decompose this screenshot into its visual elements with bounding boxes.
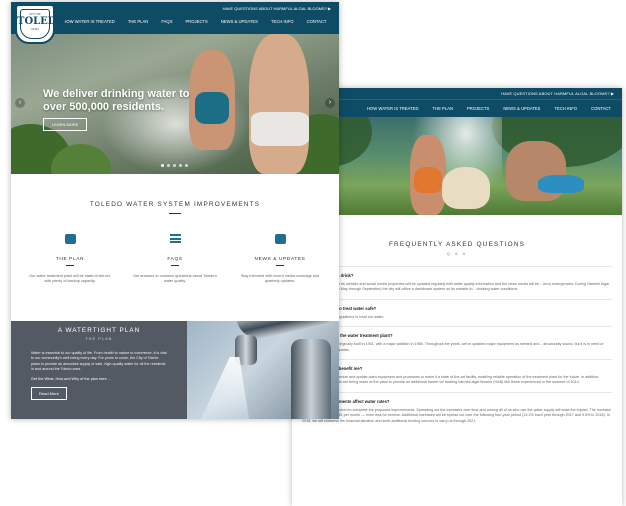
watertight-section: A WATERTIGHT PLAN THE PLAN Water is esse… [11,321,339,419]
newspaper-icon [274,234,286,244]
improvements-section-title: TOLEDO WATER SYSTEM IMPROVEMENTS [89,201,261,208]
hero-headline: We deliver drinking water to over 500,00… [43,88,190,113]
carousel-dot[interactable] [173,164,176,167]
learn-more-button[interactable]: LEARN MORE [43,118,88,131]
nav-news-updates[interactable]: NEWS & UPDATES [503,106,540,111]
carousel-dot[interactable] [179,164,182,167]
faq-question: Is my water safe to drink? [302,273,354,278]
home-page-mockup: CITY OF TOLEDO OHIO HAVE QUESTIONS ABOUT… [11,2,339,419]
algal-bloom-banner-link[interactable]: HAVE QUESTIONS ABOUT HARMFUL ALGAL BLOOM… [292,88,622,99]
faq-content: FREQUENTLY ASKED QUESTIONS Q & A Is my w… [292,215,622,430]
faq-hero-image [292,117,622,215]
carousel-dot[interactable] [167,164,170,167]
hero-headline-line-1: We deliver drinking water to [43,88,190,100]
nav-projects[interactable]: PROJECTS [185,19,207,24]
feature-text: Our water treatment plant will be state-… [29,274,111,284]
list-icon [169,234,181,244]
main-nav: HOW WATER IS TREATED THE PLAN FAQS PROJE… [57,19,333,24]
briefcase-icon [64,234,76,244]
faq-question: ...chemicals used to treat water safe? [302,305,377,311]
faq-question: Will these improvements affect water rat… [302,398,390,404]
feature-label: FAQS [167,257,183,262]
faq-item[interactable]: ...need to renovate the water treatment … [302,326,612,359]
faq-answer: ...treatment plant was originally built … [302,342,604,352]
feature-faqs[interactable]: FAQS Get answers to common questions abo… [132,234,218,285]
features-row: THE PLAN Our water treatment plant will … [11,214,339,285]
chevron-left-icon[interactable]: ‹ [15,98,25,108]
faq-title: FREQUENTLY ASKED QUESTIONS [388,241,526,248]
hero-carousel: We deliver drinking water to over 500,00… [11,34,339,174]
watertight-subtitle: THE PLAN [85,337,113,341]
faq-item[interactable]: ...e improvements benefit me? This progr… [302,359,612,392]
site-header: CITY OF TOLEDO OHIO HAVE QUESTIONS ABOUT… [11,2,339,44]
watertight-body: Water is essential to our quality of lif… [31,351,167,371]
faq-subtitle: Q & A [446,251,468,256]
hero-headline-line-2: over 500,000 residents. [43,100,165,113]
nav-contact[interactable]: CONTACT [591,106,611,111]
nav-projects[interactable]: PROJECTS [467,106,489,111]
chevron-right-icon[interactable]: › [325,98,335,108]
carousel-dots [161,164,191,167]
nav-the-plan[interactable]: THE PLAN [128,19,148,24]
feature-label: NEWS & UPDATES [254,257,306,262]
faq-answer: Rate increases are required to complete … [302,407,611,423]
toledo-logo[interactable]: CITY OF TOLEDO OHIO [15,4,65,44]
carousel-dot[interactable] [161,164,164,167]
faucet-image [187,321,339,419]
faq-item[interactable]: Is my water safe to drink? ...water qual… [302,266,612,299]
nav-contact[interactable]: CONTACT [307,19,327,24]
nav-the-plan[interactable]: THE PLAN [433,106,453,111]
faq-answer: ...eet strict U.S. EPA regulations to tr… [302,314,384,319]
feature-label: THE PLAN [55,257,85,262]
nav-news-updates[interactable]: NEWS & UPDATES [221,19,258,24]
faq-item[interactable]: ...chemicals used to treat water safe? .… [302,298,612,326]
main-nav: HOW WATER IS TREATED THE PLAN PROJECTS N… [292,99,622,117]
divider [66,265,74,266]
read-more-button[interactable]: Read More [31,387,67,401]
nav-faqs[interactable]: FAQS [161,19,172,24]
nav-tech-info[interactable]: TECH INFO [271,19,294,24]
faq-item[interactable]: Will these improvements affect water rat… [302,391,612,430]
divider [276,265,284,266]
divider [171,265,179,266]
watertight-panel: A WATERTIGHT PLAN THE PLAN Water is esse… [11,321,187,419]
feature-text: Get answers to common questions about To… [133,274,217,284]
faq-answer: This program will modernize and update p… [302,375,600,385]
faq-question: ...need to renovate the water treatment … [302,333,393,339]
feature-news-updates[interactable]: NEWS & UPDATES Stay informed with recent… [237,234,323,285]
feature-the-plan[interactable]: THE PLAN Our water treatment plant will … [27,234,113,285]
faq-answer: ...water quality page on its website and… [302,282,610,292]
algal-bloom-banner-link[interactable]: HAVE QUESTIONS ABOUT HARMFUL ALGAL BLOOM… [223,6,331,11]
nav-how-water-is-treated[interactable]: HOW WATER IS TREATED [367,106,419,111]
nav-how-water-is-treated[interactable]: HOW WATER IS TREATED [63,19,115,24]
carousel-dot[interactable] [185,164,188,167]
faq-question: ...e improvements benefit me? [302,366,363,372]
watertight-title: A WATERTIGHT PLAN [57,327,141,334]
feature-text: Stay informed with recent media coverage… [240,274,320,284]
faq-page-mockup: HAVE QUESTIONS ABOUT HARMFUL ALGAL BLOOM… [292,88,622,506]
watertight-more-link[interactable]: Get the What, How and Why of the plan he… [31,377,167,381]
nav-tech-info[interactable]: TECH INFO [554,106,577,111]
